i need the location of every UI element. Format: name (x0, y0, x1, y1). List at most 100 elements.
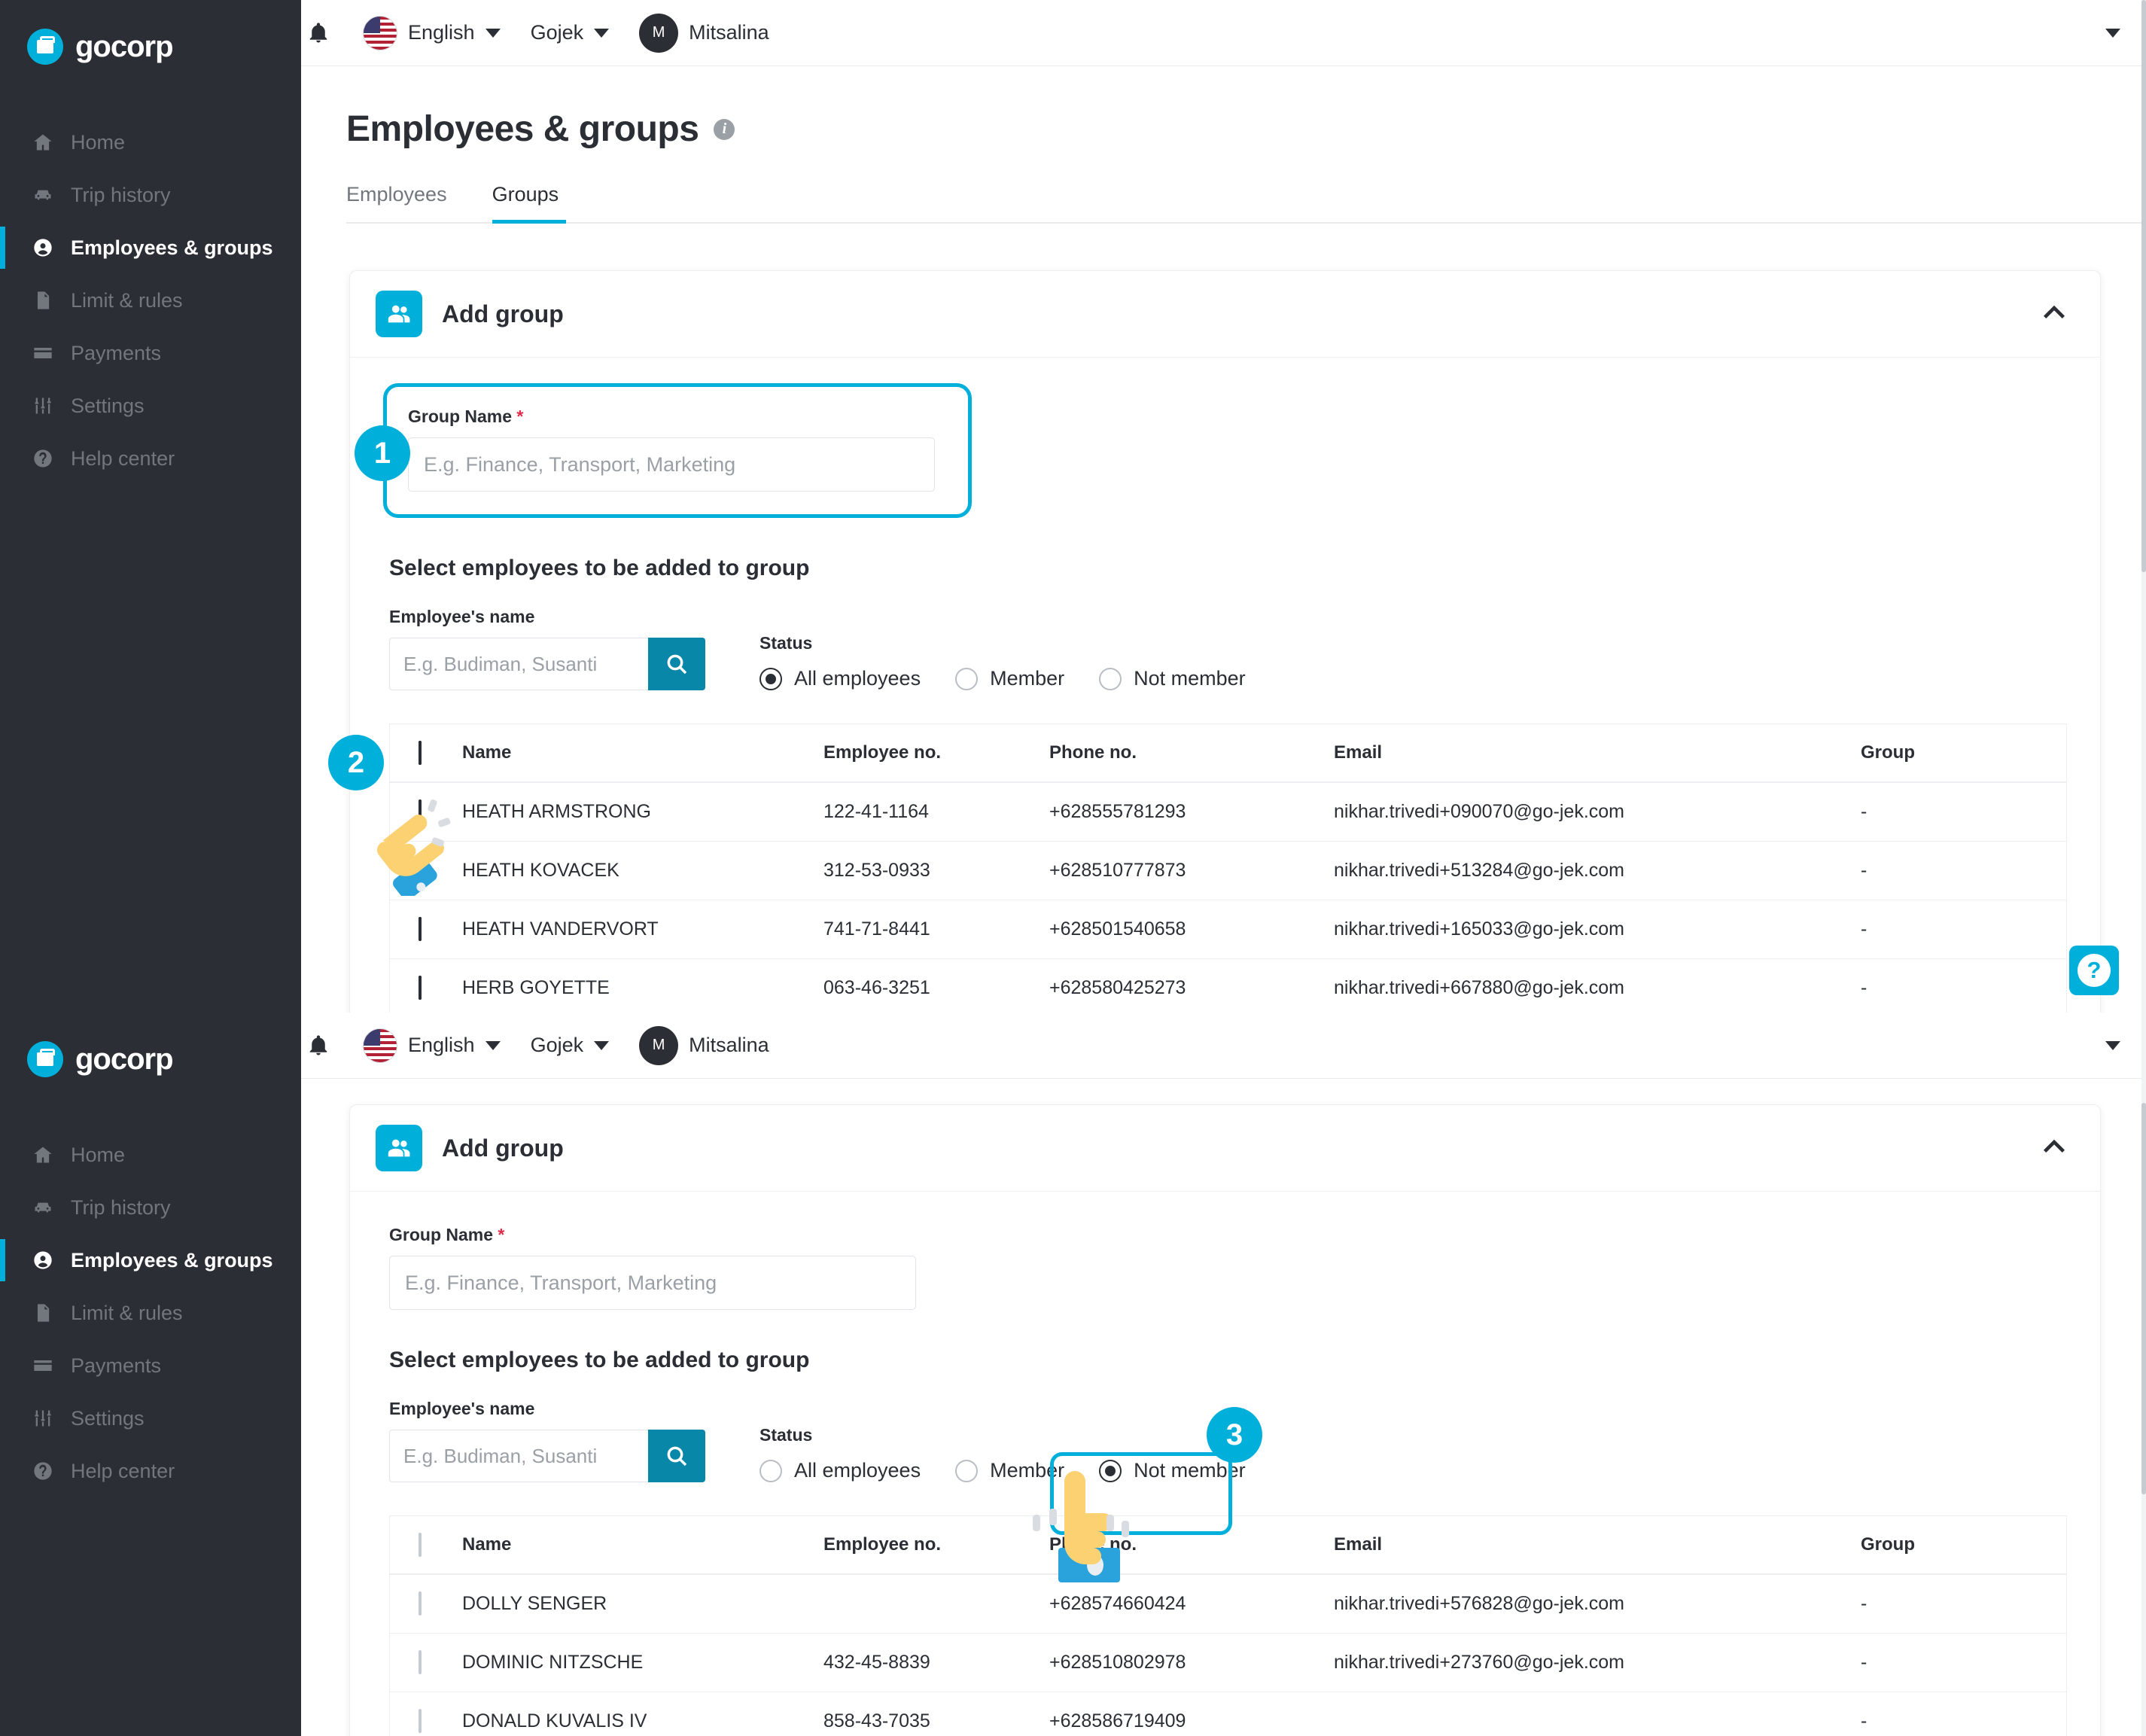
radio-all-employees[interactable]: All employees (759, 667, 921, 690)
group-name-input[interactable]: E.g. Finance, Transport, Marketing (389, 1256, 916, 1310)
column-header-group: Group (1861, 1534, 1915, 1555)
scrollbar-track[interactable] (2141, 0, 2146, 1013)
sidebar-nav: Home Trip history Employees & groups Lim… (0, 116, 301, 485)
select-all-checkbox[interactable] (419, 740, 422, 765)
question-icon: ? (2078, 954, 2111, 987)
sidebar-item-home[interactable]: Home (0, 1128, 301, 1181)
scrollbar-thumb[interactable] (2141, 1103, 2146, 1494)
search-button[interactable] (648, 1430, 705, 1482)
row-checkbox[interactable] (419, 799, 422, 824)
sidebar-item-limit-rules[interactable]: Limit & rules (0, 274, 301, 327)
row-checkbox-cell[interactable] (390, 917, 462, 941)
sidebar-item-label: Payments (71, 1354, 162, 1377)
us-flag-icon (363, 1028, 397, 1063)
row-checkbox-cell[interactable] (390, 799, 462, 824)
radio-member[interactable]: Member (955, 1459, 1064, 1482)
sidebar-item-help-center[interactable]: Help center (0, 432, 301, 485)
step-badge-1: 1 (355, 425, 410, 481)
cell-employee-no: 858-43-7035 (823, 1710, 930, 1731)
chevron-down-icon[interactable] (2105, 1040, 2120, 1050)
sidebar-item-employees-groups[interactable]: Employees & groups (0, 1234, 301, 1287)
sidebar-item-trip-history[interactable]: Trip history (0, 1181, 301, 1234)
sidebar-item-home[interactable]: Home (0, 116, 301, 169)
sidebar-item-label: Trip history (71, 183, 171, 206)
table-row[interactable]: HEATH KOVACEK 312-53-0933 +628510777873 … (390, 842, 2066, 900)
info-icon[interactable]: i (714, 118, 735, 140)
radio-all-employees[interactable]: All employees (759, 1459, 921, 1482)
chevron-up-icon[interactable] (2041, 1138, 2067, 1159)
scrollbar-thumb[interactable] (2141, 0, 2146, 572)
bell-icon[interactable] (301, 16, 336, 50)
column-header-employee-no: Employee no. (823, 1534, 942, 1555)
help-button[interactable]: ? (2069, 946, 2119, 995)
row-checkbox-cell[interactable] (390, 1650, 462, 1674)
company-selector[interactable]: Gojek (531, 21, 610, 44)
select-all-checkbox-cell[interactable] (390, 1532, 462, 1557)
table-row[interactable]: DONALD KUVALIS IV 858-43-7035 +628586719… (390, 1692, 2066, 1736)
row-checkbox-cell[interactable] (390, 858, 462, 882)
brand-logo[interactable]: gocorp (0, 0, 301, 65)
search-input[interactable]: E.g. Budiman, Susanti (389, 1430, 648, 1482)
row-checkbox[interactable] (419, 976, 422, 1000)
group-name-highlight: Group Name * E.g. Finance, Transport, Ma… (383, 383, 972, 518)
filter-row: Employee's name E.g. Budiman, Susanti St… (389, 1399, 2067, 1535)
table-row[interactable]: HERB GOYETTE 063-46-3251 +628580425273 n… (390, 959, 2066, 1013)
cell-phone: +628555781293 (1049, 801, 1186, 822)
row-checkbox[interactable] (419, 858, 422, 882)
group-name-input[interactable]: E.g. Finance, Transport, Marketing (408, 437, 935, 492)
user-menu[interactable]: M Mitsalina (639, 1025, 769, 1065)
table-row[interactable]: HEATH VANDERVORT 741-71-8441 +6285015406… (390, 900, 2066, 959)
briefcase-icon (27, 1041, 63, 1077)
radio-member[interactable]: Member (955, 667, 1064, 690)
language-selector[interactable]: English (363, 15, 501, 50)
row-checkbox-cell[interactable] (390, 1591, 462, 1616)
row-checkbox[interactable] (419, 1591, 422, 1616)
table-row[interactable]: HEATH ARMSTRONG 122-41-1164 +62855578129… (390, 783, 2066, 842)
table-row[interactable]: DOLLY SENGER +628574660424 nikhar.trived… (390, 1575, 2066, 1634)
row-checkbox-cell[interactable] (390, 1709, 462, 1733)
document-icon (32, 1302, 54, 1324)
sidebar-item-payments[interactable]: Payments (0, 1339, 301, 1392)
sidebar-item-trip-history[interactable]: Trip history (0, 169, 301, 221)
sidebar-item-payments[interactable]: Payments (0, 327, 301, 379)
search-button[interactable] (648, 638, 705, 690)
topbar: English Gojek M Mitsalina (301, 1013, 2146, 1079)
chevron-down-icon[interactable] (2105, 28, 2120, 38)
select-all-checkbox-cell[interactable] (390, 740, 462, 765)
sidebar-item-settings[interactable]: Settings (0, 379, 301, 432)
sidebar-item-help-center[interactable]: Help center (0, 1445, 301, 1497)
sidebar-item-limit-rules[interactable]: Limit & rules (0, 1287, 301, 1339)
status-radio-group: All employees Member Not member (759, 667, 1280, 690)
table-row[interactable]: DOMINIC NITZSCHE 432-45-8839 +6285108029… (390, 1634, 2066, 1692)
sidebar-item-employees-groups[interactable]: Employees & groups (0, 221, 301, 274)
card-header: Add group (350, 271, 2100, 358)
question-circle-icon (32, 1460, 54, 1482)
company-selector[interactable]: Gojek (531, 1034, 610, 1057)
radio-not-member[interactable]: Not member (1099, 667, 1246, 690)
search-input[interactable]: E.g. Budiman, Susanti (389, 638, 648, 690)
select-all-checkbox[interactable] (419, 1532, 422, 1557)
row-checkbox[interactable] (419, 917, 422, 941)
employees-table: 2 Name Employee no. Phone no. Email Grou… (328, 723, 2067, 1013)
radio-all-employees-label: All employees (794, 1459, 921, 1482)
brand-logo[interactable]: gocorp (0, 1013, 301, 1077)
required-mark: * (516, 407, 524, 426)
bell-icon[interactable] (301, 1028, 336, 1063)
add-group-card: Add group Group Name * E.g. Finance, Tra… (328, 270, 2101, 1013)
sidebar-item-label: Limit & rules (71, 288, 183, 312)
row-checkbox[interactable] (419, 1709, 422, 1733)
cell-group: - (1861, 918, 1867, 940)
sidebar-item-settings[interactable]: Settings (0, 1392, 301, 1445)
sidebar-item-label: Help center (71, 446, 175, 470)
chevron-up-icon[interactable] (2041, 304, 2067, 324)
tab-groups[interactable]: Groups (492, 183, 567, 224)
language-selector[interactable]: English (363, 1028, 501, 1063)
user-menu[interactable]: M Mitsalina (639, 13, 769, 53)
row-checkbox-cell[interactable] (390, 976, 462, 1000)
scrollbar-track[interactable] (2141, 1013, 2146, 1736)
tab-employees[interactable]: Employees (346, 183, 468, 224)
home-icon (32, 1144, 54, 1166)
main-content: Add group Group Name * E.g. Finance, Tra… (301, 1079, 2146, 1736)
row-checkbox[interactable] (419, 1650, 422, 1674)
main-content: Employees & groups i Employees Groups Ad… (301, 66, 2146, 1013)
